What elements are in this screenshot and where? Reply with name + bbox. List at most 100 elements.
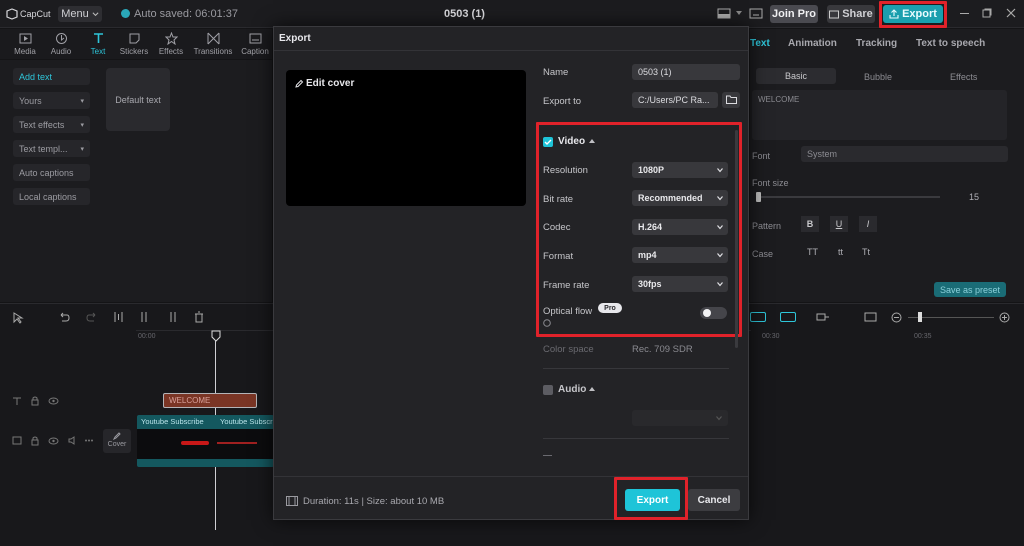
minimize-icon[interactable]: [960, 13, 969, 14]
media-icon: [19, 33, 31, 44]
snap-icon[interactable]: [750, 312, 766, 322]
restore-icon[interactable]: [982, 8, 992, 18]
layout-icon[interactable]: [717, 8, 731, 19]
delete-icon[interactable]: [194, 311, 204, 323]
codec-label: Codec: [543, 222, 571, 233]
cancel-button[interactable]: Cancel: [688, 489, 740, 511]
font-select[interactable]: System: [801, 146, 1008, 162]
zoom-in-icon[interactable]: [999, 312, 1010, 323]
tab-text-properties[interactable]: Text: [750, 38, 770, 49]
preview-axis-icon[interactable]: [816, 311, 830, 323]
chevron-up-icon[interactable]: [589, 139, 595, 143]
autosave-check-icon: [121, 9, 130, 18]
export-icon: [889, 9, 899, 19]
subtab-basic[interactable]: Basic: [756, 68, 836, 84]
frame-rate-select[interactable]: 30fps: [632, 276, 728, 292]
add-text-button[interactable]: Add text: [13, 68, 90, 85]
tab-text-to-speech[interactable]: Text to speech: [916, 38, 985, 49]
name-label: Name: [543, 67, 569, 78]
link-icon[interactable]: [780, 312, 796, 322]
optical-flow-label: Optical flow: [543, 306, 593, 317]
chevron-down-icon[interactable]: [736, 11, 742, 16]
zoom-slider-handle[interactable]: [918, 312, 922, 322]
settings-scrollbar[interactable]: [735, 130, 738, 348]
tab-caption[interactable]: Caption: [238, 32, 272, 58]
audio-section-title[interactable]: Audio: [558, 384, 586, 395]
undo-icon[interactable]: [58, 312, 70, 322]
case-lowercase-button[interactable]: tt: [838, 247, 843, 257]
zoom-out-icon[interactable]: [891, 312, 902, 323]
bold-button[interactable]: B: [801, 216, 819, 232]
case-title-button[interactable]: Tt: [862, 247, 870, 257]
cover-preview[interactable]: Edit cover: [286, 70, 526, 206]
sidebar-item-local-captions[interactable]: Local captions: [13, 188, 90, 205]
format-select[interactable]: mp4: [632, 247, 728, 263]
bitrate-select[interactable]: Recommended: [632, 190, 728, 206]
split-right-icon[interactable]: [167, 311, 176, 323]
sidebar-item-text-templates[interactable]: Text templ... ▾: [13, 140, 90, 157]
video-checkbox[interactable]: [543, 137, 553, 147]
visibility-icon[interactable]: [48, 397, 59, 405]
subtab-effects[interactable]: Effects: [950, 72, 977, 82]
tab-transitions[interactable]: Transitions: [193, 32, 233, 58]
video-clip[interactable]: Youtube Subscribe Youtube Subscri: [137, 415, 274, 467]
keyboard-icon[interactable]: [749, 7, 763, 20]
tab-audio[interactable]: Audio: [41, 32, 81, 58]
export-button[interactable]: Export: [625, 489, 680, 511]
audio-checkbox[interactable]: [543, 385, 553, 395]
sidebar-item-text-effects[interactable]: Text effects ▾: [13, 116, 90, 133]
mute-icon[interactable]: [68, 436, 78, 445]
more-icon[interactable]: [84, 436, 94, 445]
save-as-preset-button[interactable]: Save as preset: [934, 282, 1006, 297]
case-uppercase-button[interactable]: TT: [807, 247, 818, 257]
info-icon[interactable]: [543, 319, 551, 327]
dialog-title-divider: [274, 50, 748, 51]
visibility-icon[interactable]: [48, 437, 59, 445]
close-icon[interactable]: [1006, 8, 1016, 18]
redo-icon[interactable]: [86, 312, 98, 322]
italic-button[interactable]: I: [859, 216, 877, 232]
split-left-icon[interactable]: [141, 311, 150, 323]
color-space-value: Rec. 709 SDR: [632, 344, 693, 355]
split-icon[interactable]: [114, 311, 123, 323]
lock-icon[interactable]: [31, 436, 39, 446]
tab-stickers[interactable]: Stickers: [114, 32, 154, 58]
select-cursor-icon[interactable]: [13, 312, 24, 324]
chevron-up-icon[interactable]: [589, 387, 595, 391]
chevron-down-icon: [717, 225, 723, 230]
text-clip[interactable]: WELCOME: [163, 393, 257, 408]
join-pro-button[interactable]: Join Pro: [770, 5, 818, 23]
lock-icon[interactable]: [31, 396, 39, 406]
text-content-input[interactable]: WELCOME: [752, 90, 1007, 140]
share-button[interactable]: Share: [827, 5, 875, 23]
tab-tracking[interactable]: Tracking: [856, 38, 897, 49]
font-size-slider[interactable]: [760, 196, 940, 198]
playhead-marker-icon[interactable]: [210, 330, 222, 342]
menu-button[interactable]: Menu: [58, 6, 102, 22]
export-top-button[interactable]: Export: [883, 5, 943, 23]
underline-button[interactable]: U: [830, 216, 848, 232]
export-path-input[interactable]: C:/Users/PC Ra...: [632, 92, 718, 108]
resolution-select[interactable]: 1080P: [632, 162, 728, 178]
browse-folder-button[interactable]: [722, 92, 740, 108]
sidebar-item-yours[interactable]: Yours ▾: [13, 92, 90, 109]
tab-text[interactable]: Text: [78, 32, 118, 58]
tab-animation[interactable]: Animation: [788, 38, 837, 49]
effects-icon: [164, 32, 178, 45]
tab-effects[interactable]: Effects: [151, 32, 191, 58]
font-size-slider-handle[interactable]: [756, 192, 761, 202]
tab-media[interactable]: Media: [5, 32, 45, 58]
video-section-title[interactable]: Video: [558, 136, 585, 147]
subtab-bubble[interactable]: Bubble: [864, 72, 892, 82]
default-text-card[interactable]: Default text: [106, 68, 170, 131]
cover-button[interactable]: Cover: [103, 429, 131, 453]
font-size-value[interactable]: 15: [969, 192, 979, 202]
capcut-logo-icon: [6, 8, 18, 20]
sidebar-item-auto-captions[interactable]: Auto captions: [13, 164, 90, 181]
bitrate-label: Bit rate: [543, 194, 574, 205]
optical-flow-toggle[interactable]: [700, 307, 727, 319]
caption-track-icon[interactable]: [864, 311, 877, 323]
codec-select[interactable]: H.264: [632, 219, 728, 235]
time-mid: 00:30: [762, 333, 780, 340]
name-input[interactable]: 0503 (1): [632, 64, 740, 80]
